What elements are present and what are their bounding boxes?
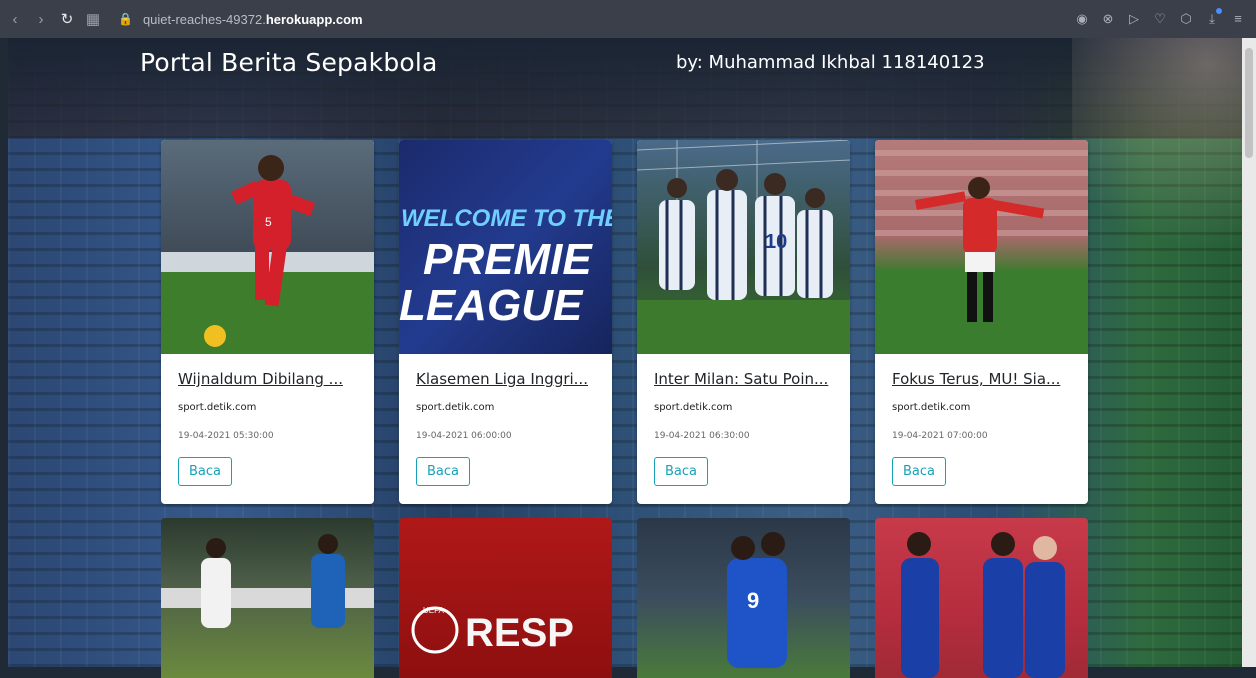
page-title: Portal Berita Sepakbola — [140, 48, 438, 77]
news-date: 19-04-2021 06:30:00 — [654, 431, 750, 441]
scrollbar-thumb[interactable] — [1245, 48, 1253, 158]
news-title-link[interactable]: Klasemen Liga Inggri... — [416, 370, 595, 388]
news-image: 10 — [637, 140, 850, 354]
news-card: 5 Wijnaldum Dibilang ... sport.detik.com… — [161, 140, 374, 504]
news-card — [875, 518, 1088, 678]
news-card — [161, 518, 374, 678]
news-card: WELCOME TO THE PREMIE LEAGUE Klasemen Li… — [399, 140, 612, 504]
baca-button[interactable]: Baca — [178, 457, 232, 486]
news-card: Fokus Terus, MU! Sia... sport.detik.com … — [875, 140, 1088, 504]
news-source: sport.detik.com — [178, 402, 257, 413]
image-text-premier: PREMIE — [423, 235, 593, 284]
close-circle-icon[interactable]: ⊗ — [1100, 11, 1116, 27]
menu-icon[interactable]: ≡ — [1230, 11, 1246, 27]
page-byline: by: Muhammad Ikhbal 118140123 — [676, 52, 985, 73]
image-text-respect: RESP — [465, 611, 574, 655]
image-text-league: LEAGUE — [399, 281, 584, 330]
reload-icon[interactable]: ↻ — [56, 8, 78, 30]
image-text-welcome: WELCOME TO THE — [401, 205, 612, 232]
scrollbar[interactable] — [1242, 38, 1256, 667]
news-image — [875, 140, 1088, 354]
camera-icon[interactable]: ◉ — [1074, 11, 1090, 27]
news-title-link[interactable]: Fokus Terus, MU! Sia... — [892, 370, 1071, 388]
browser-toolbar: ‹ › ↻ ▦ 🔒 quiet-reaches-49372. herokuapp.… — [0, 0, 1256, 38]
heart-icon[interactable]: ♡ — [1152, 11, 1168, 27]
news-title-link[interactable]: Inter Milan: Satu Poin... — [654, 370, 833, 388]
news-source: sport.detik.com — [416, 402, 495, 413]
url-domain: herokuapp.com — [265, 11, 363, 27]
news-source: sport.detik.com — [892, 402, 971, 413]
kit-number: 5 — [265, 215, 272, 229]
baca-button[interactable]: Baca — [654, 457, 708, 486]
news-image: 5 — [161, 140, 374, 354]
news-source: sport.detik.com — [654, 402, 733, 413]
address-bar[interactable]: 🔒 quiet-reaches-49372. herokuapp.com — [118, 12, 363, 27]
cube-icon[interactable]: ⬡ — [1178, 11, 1194, 27]
baca-button[interactable]: Baca — [892, 457, 946, 486]
lock-icon: 🔒 — [118, 12, 133, 26]
chevron-right-icon[interactable]: › — [30, 8, 52, 30]
chevron-left-icon[interactable]: ‹ — [4, 8, 26, 30]
baca-button[interactable]: Baca — [416, 457, 470, 486]
image-text-uefa: UEFA — [423, 606, 445, 615]
news-date: 19-04-2021 05:30:00 — [178, 431, 274, 441]
page-header: Portal Berita Sepakbola — [140, 48, 438, 77]
download-icon[interactable]: ⤓ — [1204, 8, 1222, 27]
news-image: WELCOME TO THE PREMIE LEAGUE — [399, 140, 612, 354]
news-card: 10 Inter Milan: Satu Poin... sport.detik… — [637, 140, 850, 504]
news-date: 19-04-2021 06:00:00 — [416, 431, 512, 441]
news-card: 9 — [637, 518, 850, 678]
grid-icon[interactable]: ▦ — [82, 8, 104, 30]
url-subdomain: quiet-reaches-49372. — [142, 11, 266, 27]
kit-number: 9 — [747, 588, 759, 613]
send-icon[interactable]: ▷ — [1126, 11, 1142, 27]
news-title-link[interactable]: Wijnaldum Dibilang ... — [178, 370, 357, 388]
news-date: 19-04-2021 07:00:00 — [892, 431, 988, 441]
news-card: UEFA RESP — [399, 518, 612, 678]
kit-number: 10 — [765, 231, 787, 253]
